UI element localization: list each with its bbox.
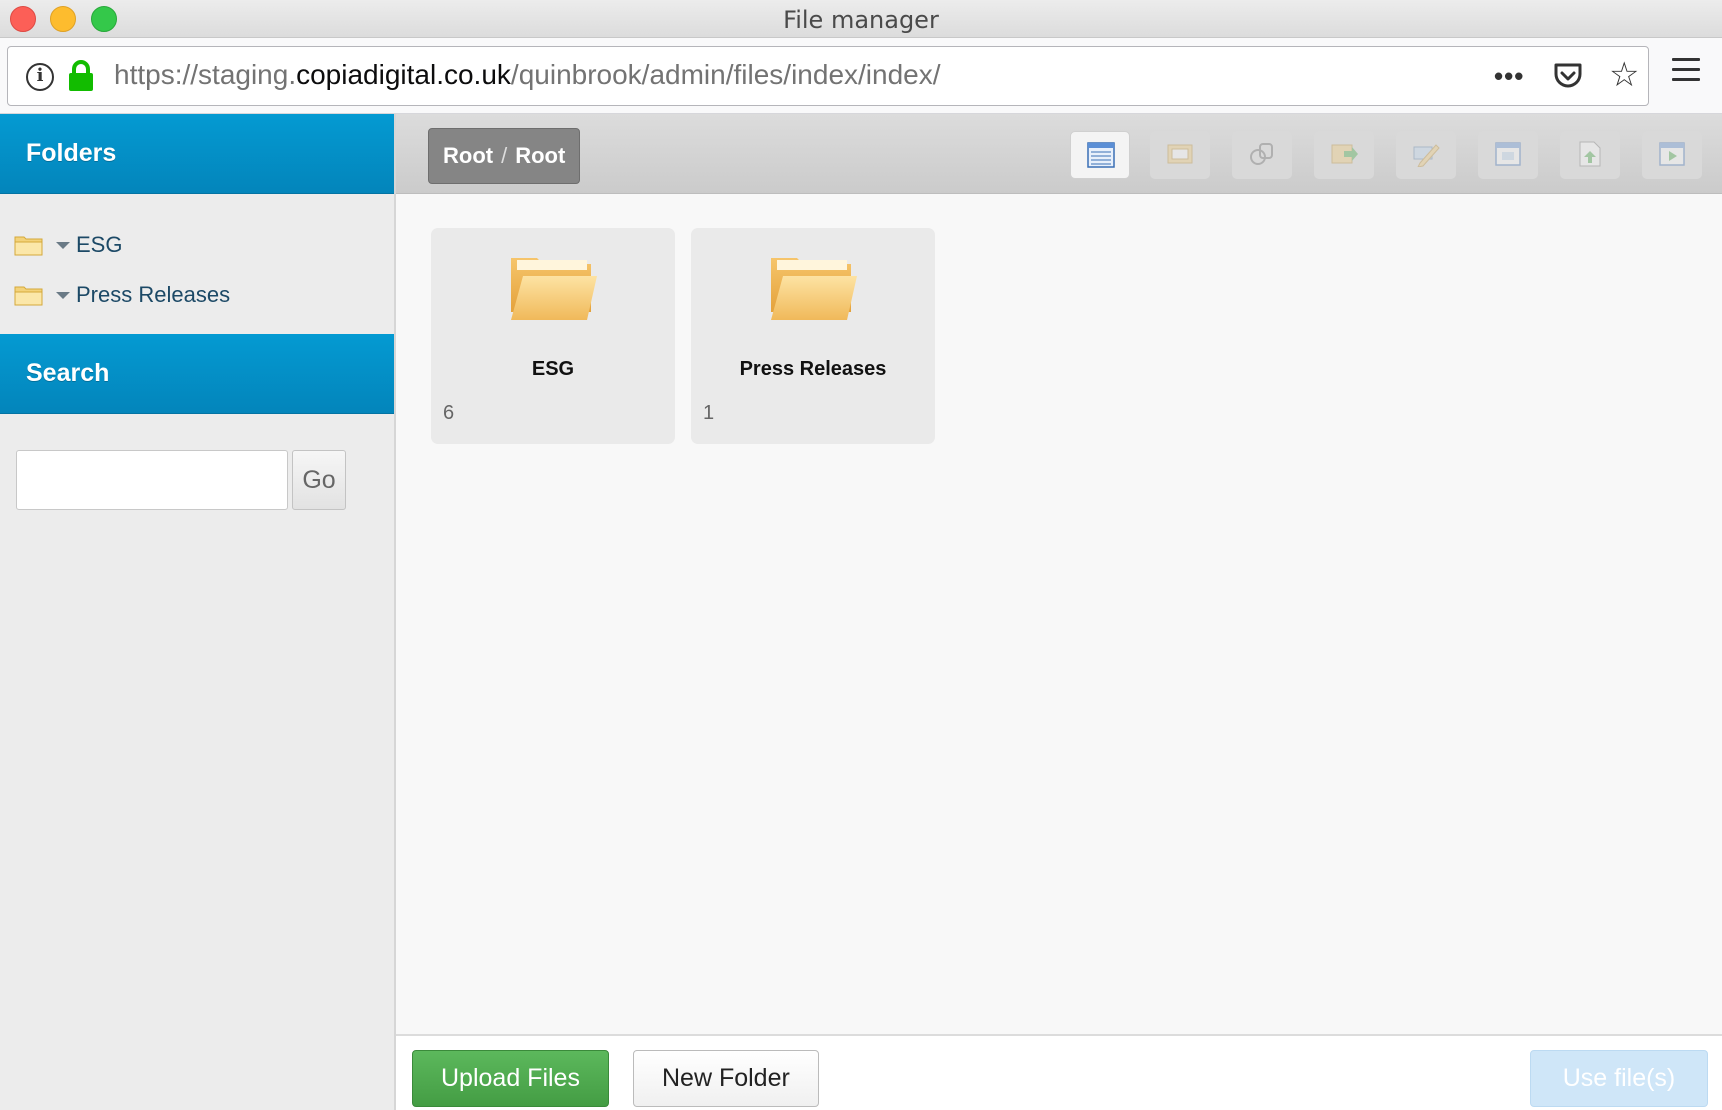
address-bar[interactable]: i https://staging.copiadigital.co.uk/qui…: [7, 46, 1649, 106]
browser-toolbar: i https://staging.copiadigital.co.uk/qui…: [0, 38, 1722, 114]
search-form: Go: [0, 414, 394, 510]
bookmark-star-icon[interactable]: ☆: [1609, 57, 1639, 93]
title-bar: File manager: [0, 0, 1722, 38]
image-view-icon: [1167, 144, 1193, 164]
window-button[interactable]: [1478, 131, 1538, 179]
rename-icon: [1413, 144, 1440, 167]
upload-file-button[interactable]: [1560, 131, 1620, 179]
search-input[interactable]: [16, 450, 288, 510]
info-icon[interactable]: i: [26, 63, 54, 91]
use-files-button[interactable]: Use file(s): [1530, 1050, 1708, 1107]
list-view-button[interactable]: [1070, 131, 1130, 179]
new-folder-button[interactable]: New Folder: [633, 1050, 819, 1107]
url-path: /quinbrook/admin/files/index/index/: [510, 59, 941, 90]
breadcrumb-item[interactable]: Root: [515, 143, 565, 168]
folder-count: 6: [443, 402, 455, 424]
folder-icon: [14, 286, 43, 306]
folder-icon: [771, 258, 857, 320]
window-title: File manager: [783, 6, 939, 34]
folder-icon: [14, 236, 43, 256]
footer-bar: Upload Files New Folder Use file(s): [396, 1034, 1722, 1110]
rename-button[interactable]: [1396, 131, 1456, 179]
move-icon: [1331, 144, 1358, 164]
hamburger-menu-icon[interactable]: [1672, 58, 1700, 82]
preview-icon: [1659, 142, 1685, 166]
breadcrumb-item[interactable]: Root: [443, 143, 493, 168]
folder-name: Press Releases: [739, 358, 887, 380]
permissions-icon: [1250, 143, 1273, 165]
main-panel: Root / Root ESG 6 Press Releases 1 Uploa…: [396, 114, 1722, 1110]
folder-count: 1: [703, 402, 715, 424]
url-scheme: https://staging.: [114, 59, 297, 90]
lock-icon: [69, 60, 93, 91]
folder-card-esg[interactable]: ESG 6: [431, 228, 675, 444]
window-icon: [1495, 142, 1521, 166]
tree-item-press-releases[interactable]: Press Releases: [14, 270, 394, 320]
page-actions-icon[interactable]: •••: [1494, 61, 1524, 92]
browser-window: File manager i https://staging.copiadigi…: [0, 0, 1722, 1110]
folder-icon: [511, 258, 597, 320]
url-host: copiadigital.co.uk: [296, 59, 511, 90]
pocket-icon[interactable]: [1552, 61, 1584, 91]
folder-card-press-releases[interactable]: Press Releases 1: [691, 228, 935, 444]
caret-down-icon[interactable]: [56, 241, 70, 249]
search-heading: Search: [0, 334, 394, 414]
move-button[interactable]: [1314, 131, 1374, 179]
tree-item-label: Press Releases: [76, 282, 231, 307]
image-view-button[interactable]: [1150, 131, 1210, 179]
url-text[interactable]: https://staging.copiadigital.co.uk/quinb…: [114, 59, 941, 91]
breadcrumb-separator: /: [501, 143, 508, 168]
tree-item-label: ESG: [76, 232, 123, 257]
folder-grid: ESG 6 Press Releases 1: [396, 194, 1722, 444]
list-view-icon: [1087, 142, 1115, 168]
go-button[interactable]: Go: [292, 450, 346, 510]
folder-name: ESG: [531, 358, 575, 380]
folders-heading: Folders: [0, 114, 394, 194]
upload-files-button[interactable]: Upload Files: [412, 1050, 609, 1107]
breadcrumb: Root / Root: [428, 128, 581, 184]
caret-down-icon[interactable]: [56, 291, 70, 299]
tree-item-esg[interactable]: ESG: [14, 220, 394, 270]
preview-button[interactable]: [1642, 131, 1702, 179]
main-toolbar: Root / Root: [396, 114, 1722, 194]
sidebar: Folders ESG Press Releases Search Go: [0, 114, 396, 1110]
upload-file-icon: [1579, 141, 1601, 167]
folder-tree: ESG Press Releases: [0, 194, 394, 334]
permissions-button[interactable]: [1232, 131, 1292, 179]
